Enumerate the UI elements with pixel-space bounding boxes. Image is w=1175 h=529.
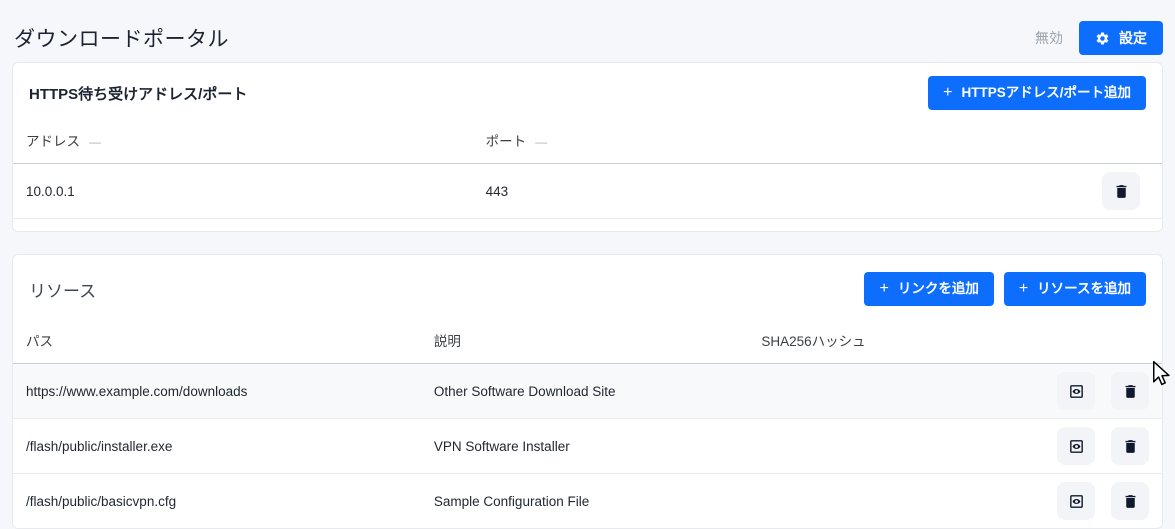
table-header-row: パス 説明 SHA256ハッシュ [13,320,1162,364]
gear-icon [1095,31,1110,46]
status-badge: 無効 [1035,28,1063,48]
trash-icon [1122,383,1139,400]
preview-icon [1068,383,1085,400]
add-resource-button-label: リソースを追加 [1037,281,1131,297]
delete-button[interactable] [1111,427,1149,465]
table-header-row: アドレス— ポート— [13,120,1162,164]
settings-button[interactable]: 設定 [1079,21,1163,55]
preview-button[interactable] [1057,482,1095,520]
preview-icon [1068,438,1085,455]
delete-button[interactable] [1102,172,1140,210]
path-cell: https://www.example.com/downloads [13,364,421,419]
column-header-actions [1072,120,1162,164]
add-link-button[interactable]: + リンクを追加 [864,272,993,306]
preview-button[interactable] [1057,427,1095,465]
table-row: 10.0.0.1 443 [13,164,1162,219]
add-resource-button[interactable]: + リソースを追加 [1004,272,1146,306]
table-row: https://www.example.com/downloads Other … [13,364,1162,419]
resources-card: リソース + リンクを追加 + リソースを追加 パス 説明 SHA256ハッシュ… [12,254,1163,529]
description-cell: Sample Configuration File [421,474,748,529]
https-listener-card-title: HTTPS待ち受けアドレス/ポート [29,83,247,104]
column-header-sha256: SHA256ハッシュ [748,320,1037,364]
address-cell: 10.0.0.1 [13,164,473,219]
sort-indicator: — [89,135,101,149]
delete-button[interactable] [1111,482,1149,520]
https-listener-card: HTTPS待ち受けアドレス/ポート + HTTPSアドレス/ポート追加 アドレス… [12,62,1163,232]
table-row: /flash/public/basicvpn.cfg Sample Config… [13,474,1162,529]
https-listener-table: アドレス— ポート— 10.0.0.1 443 [13,120,1162,219]
plus-icon: + [943,86,952,100]
path-cell: /flash/public/installer.exe [13,419,421,474]
column-header-path: パス [13,320,421,364]
card-bottom-spacer [13,219,1162,231]
resources-table: パス 説明 SHA256ハッシュ https://www.example.com… [13,320,1162,528]
https-listener-card-header: HTTPS待ち受けアドレス/ポート + HTTPSアドレス/ポート追加 [13,63,1162,120]
plus-icon: + [879,282,888,296]
row-actions [1037,474,1162,529]
settings-button-label: 設定 [1119,30,1147,46]
sort-indicator: — [535,135,547,149]
row-actions [1037,419,1162,474]
row-actions [1072,164,1162,219]
row-actions [1037,364,1162,419]
sha256-cell [748,419,1037,474]
resources-card-title: リソース [29,277,96,302]
column-header-address[interactable]: アドレス— [13,120,473,164]
sha256-cell [748,364,1037,419]
top-bar-actions: 無効 設定 [1035,21,1163,55]
plus-icon: + [1019,282,1028,296]
add-https-address-port-label: HTTPSアドレス/ポート追加 [961,85,1131,101]
sha256-cell [748,474,1037,529]
trash-icon [1122,438,1139,455]
trash-icon [1113,183,1130,200]
column-header-description: 説明 [421,320,748,364]
page-title: ダウンロードポータル [14,23,229,53]
resources-card-header: リソース + リンクを追加 + リソースを追加 [13,255,1162,320]
delete-button[interactable] [1111,372,1149,410]
add-https-address-port-button[interactable]: + HTTPSアドレス/ポート追加 [928,76,1146,110]
trash-icon [1122,493,1139,510]
add-link-button-label: リンクを追加 [898,281,979,297]
preview-button[interactable] [1057,372,1095,410]
column-header-port[interactable]: ポート— [473,120,1072,164]
resources-card-buttons: + リンクを追加 + リソースを追加 [864,272,1146,306]
preview-icon [1068,493,1085,510]
description-cell: Other Software Download Site [421,364,748,419]
description-cell: VPN Software Installer [421,419,748,474]
port-cell: 443 [473,164,1072,219]
column-header-actions [1037,320,1162,364]
top-bar: ダウンロードポータル 無効 設定 [0,0,1175,62]
table-row: /flash/public/installer.exe VPN Software… [13,419,1162,474]
path-cell: /flash/public/basicvpn.cfg [13,474,421,529]
